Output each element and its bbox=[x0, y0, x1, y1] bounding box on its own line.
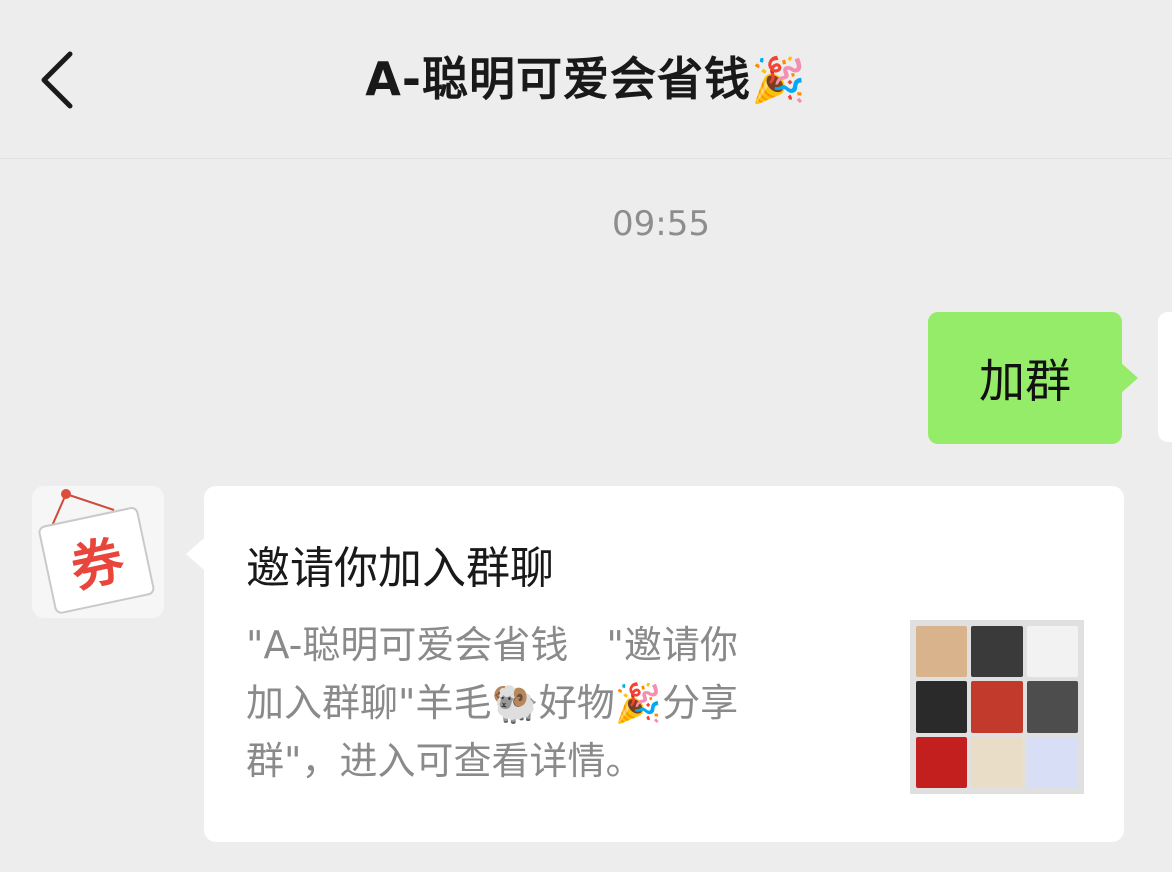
message-timestamp: 09:55 bbox=[612, 204, 710, 244]
member-avatar-7-icon bbox=[916, 736, 968, 788]
card-title: 邀请你加入群聊 bbox=[246, 543, 554, 594]
chat-title: A-聪明可爱会省钱🎉 bbox=[0, 44, 1172, 116]
member-avatar-4-icon bbox=[916, 681, 968, 733]
card-description-line: "A-聪明可爱会省钱 "邀请你 bbox=[246, 623, 738, 667]
sent-message-bubble[interactable]: 加群 bbox=[928, 312, 1138, 444]
coupon-tag-icon: 券 bbox=[38, 489, 155, 614]
card-description-line: 加入群聊"羊毛🐏好物🎉分享 bbox=[246, 681, 739, 725]
chat-title-text: A-聪明可爱会省钱 bbox=[365, 52, 751, 106]
member-avatar-3-icon bbox=[1026, 626, 1078, 678]
party-popper-icon: 🎉 bbox=[750, 55, 807, 106]
card-description: "A-聪明可爱会省钱 "邀请你 加入群聊"羊毛🐏好物🎉分享 群"，进入可查看详情… bbox=[246, 616, 866, 790]
group-invite-card[interactable]: 邀请你加入群聊 "A-聪明可爱会省钱 "邀请你 加入群聊"羊毛🐏好物🎉分享 群"… bbox=[186, 486, 1124, 842]
sender-avatar[interactable]: 券 bbox=[32, 486, 164, 618]
card-description-line: 群"，进入可查看详情。 bbox=[246, 739, 644, 783]
member-avatar-1-icon bbox=[916, 626, 968, 678]
group-avatar-grid bbox=[910, 620, 1084, 794]
self-avatar[interactable] bbox=[1158, 312, 1172, 442]
member-avatar-5-icon bbox=[971, 681, 1023, 733]
member-avatar-2-icon bbox=[971, 626, 1023, 678]
member-avatar-6-icon bbox=[1026, 681, 1078, 733]
navigation-bar: A-聪明可爱会省钱🎉 bbox=[0, 0, 1172, 159]
member-avatar-8-icon bbox=[971, 736, 1023, 788]
member-avatar-9-icon bbox=[1026, 736, 1078, 788]
